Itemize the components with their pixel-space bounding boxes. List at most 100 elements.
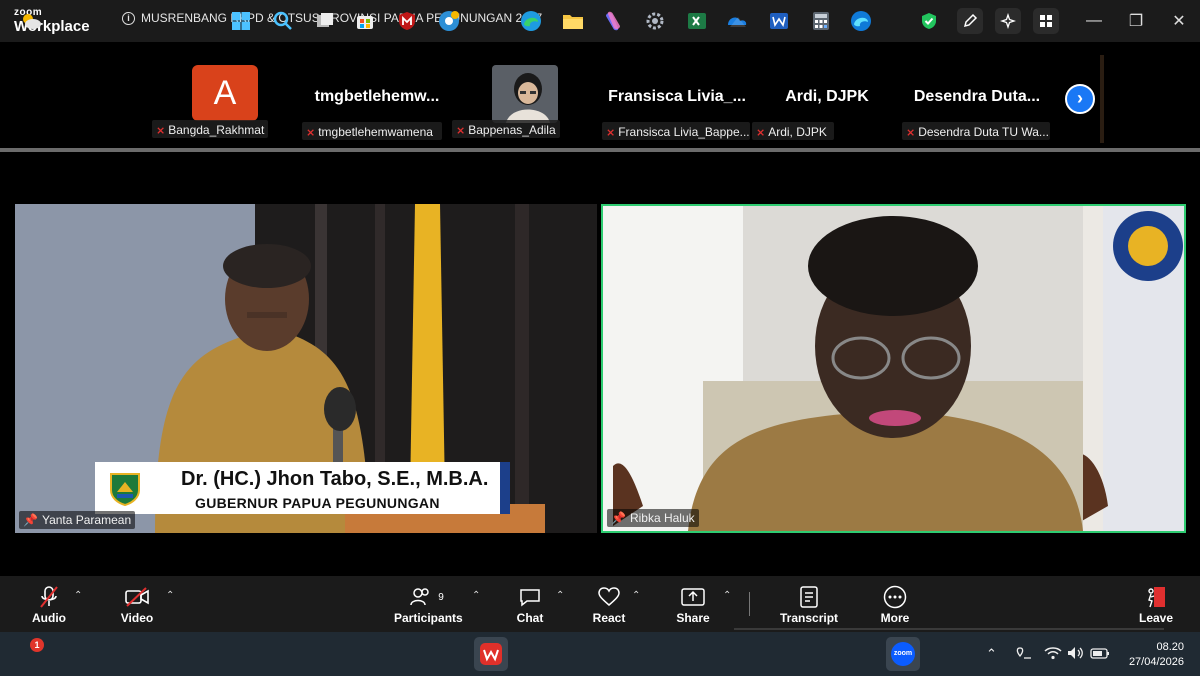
word-icon[interactable]	[766, 8, 792, 34]
speaker-caption-banner: Dr. (HC.) Jhon Tabo, S.E., M.B.A. GUBERN…	[95, 462, 510, 514]
mic-muted-icon	[28, 584, 70, 610]
chrome-icon[interactable]	[436, 8, 462, 34]
apps-grid-icon[interactable]	[1033, 8, 1059, 34]
video-label: Video	[120, 611, 154, 625]
react-button[interactable]: React	[589, 584, 629, 625]
participant-name: Ardi, DJPK	[768, 125, 827, 139]
share-button[interactable]: Share	[672, 584, 714, 625]
clock-time: 08.20	[1156, 641, 1184, 653]
video-name-tag: 📌 Yanta Paramean	[19, 511, 136, 529]
participants-button[interactable]: 9 Participants	[394, 584, 463, 625]
settings-icon[interactable]	[642, 8, 668, 34]
mic-muted-icon: ⨯	[906, 126, 916, 139]
more-label: More	[880, 611, 910, 625]
chat-options-caret-icon[interactable]: ⌃	[556, 590, 564, 601]
participant-video-thumbnail	[492, 65, 558, 123]
shield-check-icon[interactable]	[916, 8, 942, 34]
participant-tile[interactable]: ⨯ Bangda_Rakhmat	[152, 120, 268, 138]
participant-tile[interactable]: Desendra Duta... ⨯ Desendra Duta TU Wa...	[902, 60, 1052, 140]
transcript-button[interactable]: Transcript	[780, 584, 838, 625]
annotate-pen-icon[interactable]	[957, 8, 983, 34]
edge-icon[interactable]	[518, 8, 544, 34]
audio-label: Audio	[32, 611, 66, 625]
participant-display-name: Fransisca Livia_...	[608, 88, 746, 105]
video-button[interactable]: Video	[116, 584, 158, 625]
info-icon[interactable]: i	[122, 11, 135, 25]
transcript-icon	[780, 584, 838, 610]
transcript-label: Transcript	[780, 611, 839, 625]
participant-tile[interactable]: tmgbetlehemw... ⨯ tmgbetlehemwamena	[302, 60, 452, 140]
calculator-icon[interactable]	[808, 8, 834, 34]
weather-widget-icon[interactable]	[18, 8, 44, 34]
pin-icon: 📌	[23, 513, 38, 527]
copilot-icon[interactable]	[600, 8, 626, 34]
participant-label: ⨯ Fransisca Livia_Bappe...	[602, 122, 750, 140]
file-explorer-icon[interactable]	[560, 8, 586, 34]
avatar: A	[192, 65, 258, 121]
participant-label: ⨯ Desendra Duta TU Wa...	[902, 122, 1050, 140]
video-name-tag: 📌 Ribka Haluk	[607, 509, 699, 527]
participant-label: ⨯ Ardi, DJPK	[752, 122, 834, 140]
search-icon[interactable]	[270, 8, 296, 34]
excel-icon[interactable]	[684, 8, 710, 34]
windows-start-icon[interactable]	[228, 8, 254, 34]
battery-icon[interactable]	[1090, 646, 1110, 663]
notification-badge: 1	[30, 638, 44, 652]
heart-icon	[589, 584, 629, 610]
wifi-icon[interactable]	[1044, 646, 1062, 663]
speaker-video-feed	[603, 206, 1184, 531]
chevron-right-icon[interactable]: ›	[1065, 84, 1095, 114]
share-options-caret-icon[interactable]: ⌃	[723, 590, 731, 601]
react-options-caret-icon[interactable]: ⌃	[632, 590, 640, 601]
more-button[interactable]: More	[874, 584, 916, 625]
participant-tile[interactable]: Ardi, DJPK ⨯ Ardi, DJPK	[752, 60, 902, 140]
close-button[interactable]: ✕	[1168, 10, 1190, 32]
zoom-icon[interactable]: zoom	[886, 637, 920, 671]
minimize-button[interactable]: —	[1083, 10, 1105, 32]
mcafee-icon[interactable]	[394, 8, 420, 34]
chat-button[interactable]: Chat	[510, 584, 550, 625]
meeting-title-text: MUSRENBANG RKPD & OTSUS PROVINSI PAPUA P…	[141, 11, 543, 25]
meeting-controls-toolbar: Audio ⌃ Video ⌃ 9 Participants ⌃ Chat ⌃ …	[0, 576, 1200, 632]
participants-icon: 9	[394, 584, 460, 610]
participants-options-caret-icon[interactable]: ⌃	[472, 590, 480, 601]
onedrive-icon[interactable]	[724, 8, 750, 34]
participant-name: Bangda_Rakhmat	[168, 123, 265, 137]
zoom-app-label: zoom	[891, 642, 915, 666]
leave-button[interactable]: Leave	[1136, 584, 1176, 625]
chevron-up-icon[interactable]: ⌃	[986, 646, 997, 662]
volume-icon[interactable]	[1067, 646, 1085, 663]
task-view-icon[interactable]	[312, 8, 338, 34]
system-clock[interactable]: 08.20 27/04/2026	[1129, 640, 1184, 670]
participant-label: ⨯ tmgbetlehemwamena	[302, 122, 442, 140]
participants-count: 9	[438, 591, 444, 603]
gallery-edge-thumbnail	[1100, 55, 1104, 143]
video-pane-yanta-paramean[interactable]: Dr. (HC.) Jhon Tabo, S.E., M.B.A. GUBERN…	[15, 204, 597, 533]
caption-name: Dr. (HC.) Jhon Tabo, S.E., M.B.A.	[181, 468, 489, 490]
pin-icon: 📌	[611, 511, 626, 525]
more-options-icon	[874, 584, 916, 610]
gallery-divider	[0, 148, 1200, 152]
video-pane-ribka-haluk[interactable]: 📌 Ribka Haluk	[601, 204, 1186, 533]
clock-date: 27/04/2026	[1128, 656, 1184, 668]
video-off-icon	[116, 584, 158, 610]
wps-office-icon[interactable]	[474, 637, 508, 671]
location-icon[interactable]	[1014, 646, 1032, 665]
store-icon[interactable]	[352, 8, 378, 34]
participant-tile[interactable]: Fransisca Livia_... ⨯ Fransisca Livia_Bap…	[602, 60, 752, 140]
edge-dev-icon[interactable]	[848, 8, 874, 34]
share-label: Share	[676, 611, 710, 625]
participant-display-name: tmgbetlehemw...	[314, 88, 440, 105]
participants-label: Participants	[394, 611, 463, 625]
audio-button[interactable]: Audio	[28, 584, 70, 625]
restore-button[interactable]: ❐	[1125, 10, 1147, 32]
video-options-caret-icon[interactable]: ⌃	[166, 590, 174, 601]
toolbar-underline	[734, 628, 1164, 630]
leave-door-icon	[1136, 584, 1176, 610]
participant-tile[interactable]: ⨯ Bappenas_Adila	[452, 120, 560, 138]
participant-name: tmgbetlehemwamena	[318, 125, 433, 139]
audio-options-caret-icon[interactable]: ⌃	[74, 590, 82, 601]
leave-label: Leave	[1138, 611, 1174, 625]
ai-sparkle-icon[interactable]	[995, 8, 1021, 34]
toolbar-divider	[749, 592, 750, 616]
